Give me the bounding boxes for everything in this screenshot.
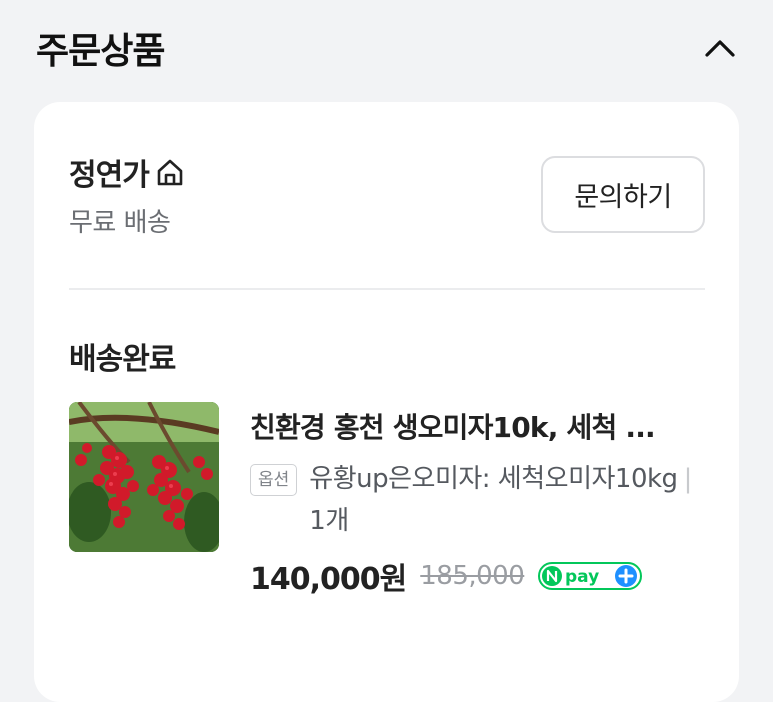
product-info: 친환경 홍천 생오미자10k, 세척 ... 옵션 유황up은오미자: 세척오미… bbox=[250, 402, 710, 598]
section-title: 주문상품 bbox=[36, 31, 165, 72]
original-price: 185,000 bbox=[420, 561, 525, 591]
seller-name: 정연가 bbox=[69, 158, 150, 193]
order-card: 정연가 무료 배송 문의하기 배송완료 친환경 홍천 생오미자10k, 세척 .… bbox=[34, 102, 739, 702]
option-value: 유황up은오미자: 세척오미자10kg bbox=[309, 464, 678, 494]
price-row: 140,000원 185,000 pay bbox=[250, 554, 710, 598]
shipping-fee: 무료 배송 bbox=[69, 208, 171, 238]
price: 140,000원 bbox=[250, 562, 407, 597]
collapse-button[interactable] bbox=[698, 26, 742, 70]
option-row: 옵션 유황up은오미자: 세척오미자10kg | 1개 bbox=[250, 458, 710, 542]
quantity: 1개 bbox=[309, 506, 349, 536]
product-thumbnail[interactable] bbox=[69, 402, 219, 552]
quantity-separator: | bbox=[683, 464, 693, 494]
product-name[interactable]: 친환경 홍천 생오미자10k, 세척 ... bbox=[250, 402, 702, 454]
store-home-icon bbox=[155, 156, 187, 188]
divider bbox=[69, 288, 705, 290]
npay-plus-badge: pay bbox=[538, 562, 643, 590]
svg-text:pay: pay bbox=[565, 567, 599, 587]
delivery-status: 배송완료 bbox=[69, 342, 176, 377]
chevron-up-icon bbox=[705, 40, 735, 57]
option-tag: 옵션 bbox=[250, 464, 298, 496]
order-items-header: 주문상품 bbox=[36, 22, 742, 74]
seller-row: 정연가 무료 배송 문의하기 bbox=[69, 150, 705, 238]
inquiry-button[interactable]: 문의하기 bbox=[541, 156, 705, 233]
option-text: 유황up은오미자: 세척오미자10kg | 1개 bbox=[309, 458, 710, 542]
npay-logo-icon: pay bbox=[538, 562, 643, 590]
